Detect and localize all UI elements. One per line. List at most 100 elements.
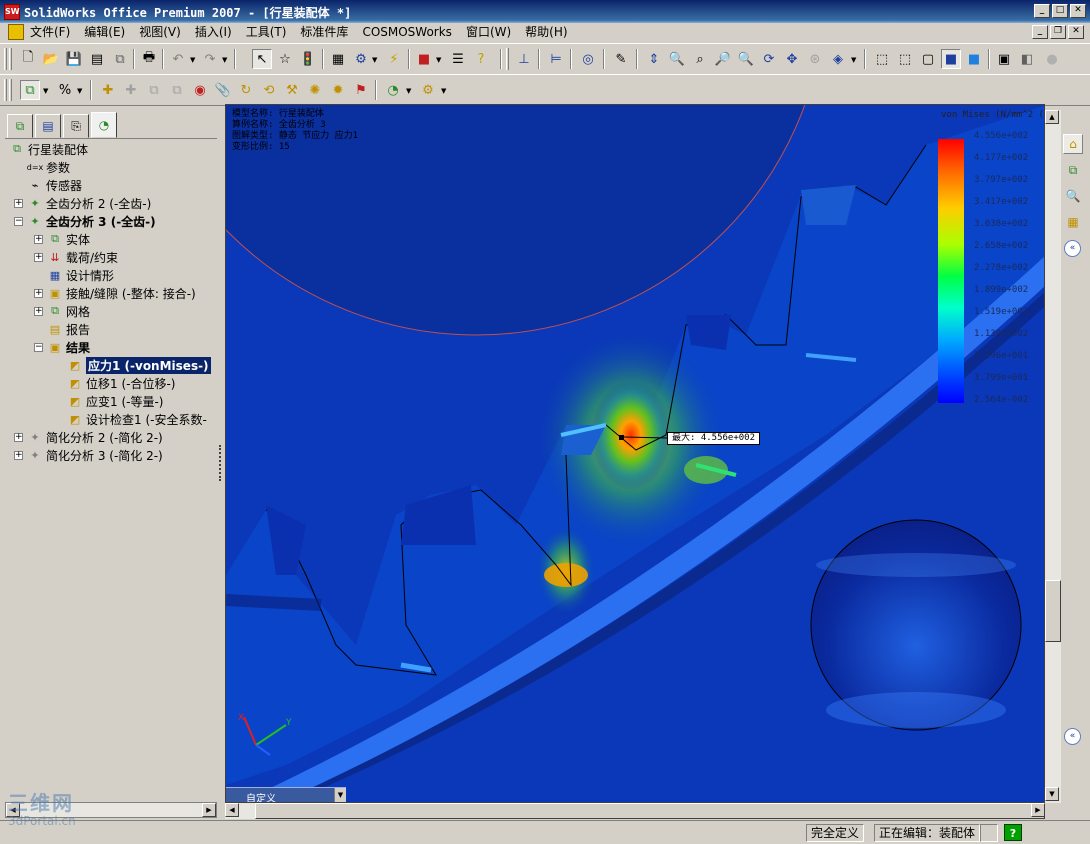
zoom-to-fit-icon[interactable]: 🔍 — [667, 49, 687, 69]
interference-detection-icon[interactable]: ⚑ — [351, 80, 371, 100]
menu-help[interactable]: 帮助(H) — [525, 24, 567, 41]
doc-restore-button[interactable]: ❐ — [1050, 25, 1066, 39]
tree-item-mesh[interactable]: ⧉ 网格 — [47, 302, 90, 320]
open-folder-icon[interactable]: 📂 — [41, 49, 61, 69]
toolbar-grip[interactable] — [506, 48, 509, 70]
expand-icon[interactable]: + — [34, 289, 43, 298]
standard-views-icon[interactable]: ◈ — [828, 49, 848, 69]
help-icon[interactable]: ? — [471, 49, 491, 69]
explode-line-sketch-icon[interactable]: ✹ — [328, 80, 348, 100]
explode-view-icon[interactable]: ✺ — [305, 80, 325, 100]
options-dropdown-icon[interactable]: ▼ — [372, 56, 377, 64]
paperclip-mate-icon[interactable]: 📎 — [213, 80, 233, 100]
tree-item-report[interactable]: ▤ 报告 — [47, 320, 90, 338]
rotate-component-icon[interactable]: ⟲ — [259, 80, 279, 100]
select-filter-icon[interactable]: ☆ — [275, 49, 295, 69]
menu-view[interactable]: 视图(V) — [139, 24, 181, 41]
tree-item-simplified-study-3[interactable]: ✦ 简化分析 3 (-简化 2-) — [27, 446, 162, 464]
standard-views-dropdown-icon[interactable]: ▼ — [851, 56, 856, 64]
shaded-icon[interactable]: ■ — [964, 49, 984, 69]
copy-with-mates-icon[interactable]: ⧉ — [167, 80, 187, 100]
save-icon[interactable]: 💾 — [64, 49, 84, 69]
menu-window[interactable]: 窗口(W) — [466, 24, 511, 41]
shaded-with-edges-icon[interactable]: ■ — [941, 49, 961, 69]
simulation-dropdown-icon[interactable]: ▼ — [441, 87, 446, 95]
new-assembly-icon[interactable]: ⧉ — [144, 80, 164, 100]
tree-item-study-3[interactable]: ✦ 全齿分析 3 (-全齿-) — [27, 212, 155, 230]
graphics-viewport[interactable]: X Y 模型名称: 行星装配体 算例名称: 全齿分析 3 图解类型: 静态 节应… — [225, 104, 1045, 803]
wireframe-icon[interactable]: ⬚ — [872, 49, 892, 69]
tree-item-results[interactable]: ▣ 结果 — [47, 338, 90, 356]
expand-icon[interactable]: + — [14, 433, 23, 442]
expand-icon[interactable]: + — [14, 451, 23, 460]
menu-tools[interactable]: 工具(T) — [246, 24, 287, 41]
menu-file[interactable]: 文件(F) — [30, 24, 70, 41]
tree-item-parameters[interactable]: d=x 参数 — [27, 158, 70, 176]
new-document-icon[interactable]: 🗋 — [18, 49, 38, 69]
tab-configuration-manager[interactable]: ⎘ — [63, 114, 89, 138]
tree-item-loads[interactable]: ⇊ 载荷/约束 — [47, 248, 118, 266]
tab-property-manager[interactable]: ▤ — [35, 114, 61, 138]
scroll-right-icon[interactable]: ▶ — [1031, 803, 1045, 817]
make-drawing-icon[interactable]: ▤ — [87, 49, 107, 69]
scroll-left-icon[interactable]: ◀ — [225, 803, 239, 817]
viewport-vertical-scrollbar[interactable]: ▲ ▼ — [1045, 110, 1061, 803]
previous-view-icon[interactable]: ⇕ — [644, 49, 664, 69]
solidworks-app-icon[interactable]: SW — [4, 4, 20, 20]
options-icon[interactable]: ⚙ — [351, 49, 371, 69]
gear-settings-icon[interactable]: ◎ — [578, 49, 598, 69]
make-assembly-icon[interactable]: ⧉ — [110, 49, 130, 69]
tree-item-study-2[interactable]: ✦ 全齿分析 2 (-全齿-) — [27, 194, 151, 212]
undo-dropdown-icon[interactable]: ▼ — [190, 56, 195, 64]
units-dropdown-icon[interactable]: ▼ — [77, 87, 82, 95]
shadows-icon[interactable]: ▣ — [994, 49, 1014, 69]
select-pointer-icon[interactable]: ↖ — [252, 49, 272, 69]
viewport-horizontal-scrollbar[interactable]: ◀ ▶ — [225, 803, 1045, 819]
doc-close-button[interactable]: ✕ — [1068, 25, 1084, 39]
help-icon[interactable]: ? — [1004, 824, 1022, 841]
realview-icon[interactable]: ● — [1042, 49, 1062, 69]
new-part-icon[interactable]: ✚ — [121, 80, 141, 100]
legend-color-bar[interactable] — [938, 139, 964, 403]
collapse-task-pane-lower-icon[interactable]: « — [1064, 728, 1081, 745]
cosmos-study-icon[interactable]: ◔ — [383, 80, 403, 100]
file-explorer-icon[interactable]: 🔍 — [1063, 186, 1083, 206]
tree-root[interactable]: ⧉ 行星装配体 — [9, 140, 88, 158]
measure-icon[interactable]: ⚡ — [384, 49, 404, 69]
design-library-icon[interactable]: ⧉ — [1063, 160, 1083, 180]
cosmos-study-dropdown-icon[interactable]: ▼ — [406, 87, 411, 95]
hole-series-icon[interactable]: ⊨ — [546, 49, 566, 69]
expand-icon[interactable]: + — [34, 253, 43, 262]
collapse-icon[interactable]: − — [14, 217, 23, 226]
insert-component-icon[interactable]: ✚ — [98, 80, 118, 100]
zoom-in-out-icon[interactable]: 🔎 — [713, 49, 733, 69]
expand-icon[interactable]: + — [14, 199, 23, 208]
scroll-down-icon[interactable]: ▼ — [1045, 787, 1059, 801]
toolbar-grip[interactable] — [9, 79, 12, 101]
view-orientation-selector[interactable]: 自定义 ▼ — [226, 787, 346, 802]
tree-item-design-check-plot[interactable]: ◩ 设计检查1 (-安全系数- — [67, 410, 207, 428]
smart-fasteners-icon[interactable]: ⚒ — [282, 80, 302, 100]
hide-show-components-icon[interactable]: ◉ — [190, 80, 210, 100]
tree-item-contact[interactable]: ▣ 接触/缝隙 (-整体: 接合-) — [47, 284, 196, 302]
tree-item-solids[interactable]: ⧉ 实体 — [47, 230, 90, 248]
toolbar-grip[interactable] — [4, 79, 7, 101]
menu-toolbox[interactable]: 标准件库 — [300, 24, 348, 41]
section-view-icon[interactable]: ◧ — [1017, 49, 1037, 69]
undo-icon[interactable]: ↶ — [168, 49, 188, 69]
cube-red-icon[interactable]: ■ — [414, 49, 434, 69]
scroll-up-icon[interactable]: ▲ — [1045, 110, 1059, 124]
home-icon[interactable]: ⌂ — [1063, 134, 1083, 154]
chevron-down-icon[interactable]: ▼ — [334, 788, 346, 802]
roll-view-icon[interactable]: ⊛ — [805, 49, 825, 69]
edit-component-dropdown-icon[interactable]: ▼ — [43, 87, 48, 95]
tab-cosmosworks-manager[interactable]: ◔ — [91, 112, 117, 138]
pan-icon[interactable]: ✥ — [782, 49, 802, 69]
rotate-view-icon[interactable]: ⟳ — [759, 49, 779, 69]
tree-item-design-scenario[interactable]: ▦ 设计情形 — [47, 266, 114, 284]
zoom-to-area-icon[interactable]: ⌕ — [690, 49, 710, 69]
toolbar-grip[interactable] — [9, 48, 12, 70]
doc-minimize-button[interactable]: _ — [1032, 25, 1048, 39]
tree-item-sensors[interactable]: ⌁ 传感器 — [27, 176, 82, 194]
expand-icon[interactable]: + — [34, 307, 43, 316]
